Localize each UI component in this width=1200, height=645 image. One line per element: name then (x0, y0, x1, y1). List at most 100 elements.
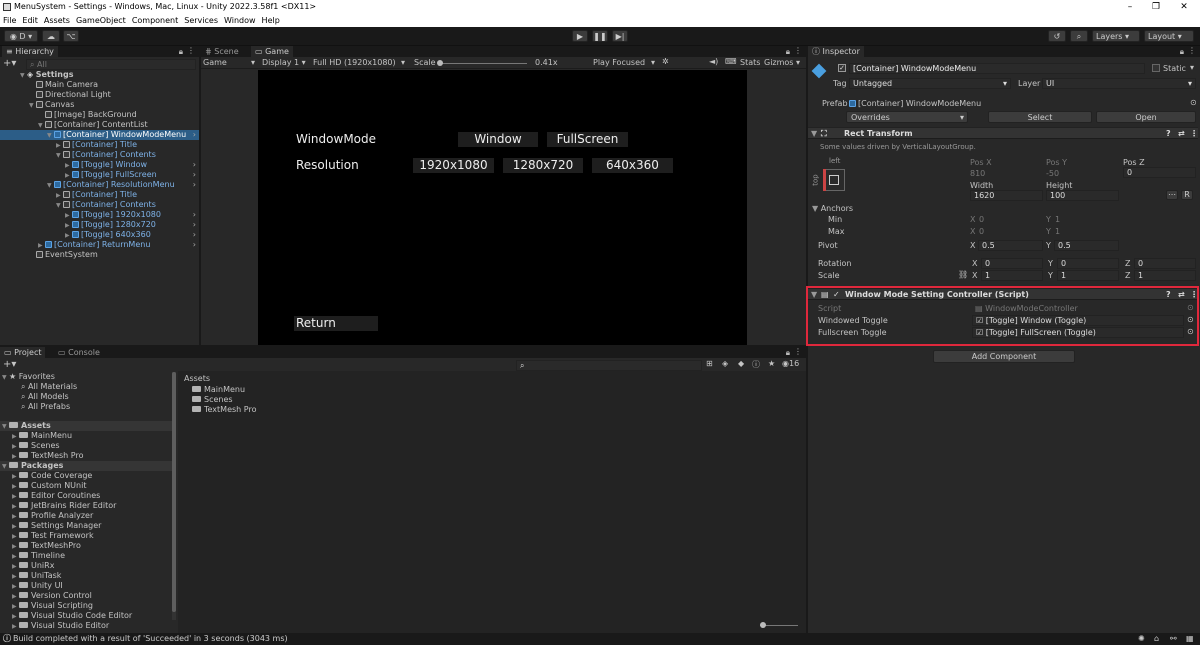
cache-icon[interactable]: ▦ (1186, 633, 1194, 645)
resolution-dropdown[interactable]: Full HD (1920x1080) (313, 58, 396, 67)
history-icon[interactable]: ↺ (1048, 30, 1066, 42)
overrides-dropdown[interactable]: Overrides ▾ (846, 111, 968, 123)
active-checkbox[interactable]: ✓ (838, 64, 846, 72)
project-tree-scrollbar[interactable] (172, 372, 176, 620)
open-prefab-icon[interactable]: › (193, 160, 196, 170)
prefab-value[interactable]: [Container] WindowModeMenu (849, 98, 981, 109)
anchor-preset-button[interactable] (823, 169, 845, 191)
hierarchy-item[interactable]: ▼ Canvas (0, 100, 199, 110)
scale-y-field[interactable]: 1 (1057, 270, 1119, 281)
foldout-arrow-icon[interactable]: ▶ (12, 622, 19, 632)
kebab-menu-icon[interactable]: ⋮ (1188, 46, 1196, 55)
search-icon[interactable]: ⌕ (1070, 30, 1088, 42)
account-button[interactable]: ◉ D ▾ (4, 30, 38, 42)
assets-breadcrumb[interactable]: Assets (184, 374, 210, 383)
project-tree-item[interactable]: ▶ Custom NUnit (0, 481, 172, 491)
hierarchy-item[interactable]: ▼ [Container] ResolutionMenu › (0, 180, 199, 190)
blueprint-mode-icon[interactable]: ⋯ (1166, 190, 1178, 200)
lighting-icon[interactable]: ✺ (1138, 633, 1145, 645)
project-tree-item[interactable]: ⌕ All Prefabs (0, 402, 172, 412)
project-section-header[interactable]: ▼ Assets (0, 421, 172, 431)
project-tree-item[interactable]: ▶ MainMenu (0, 431, 172, 441)
hierarchy-item[interactable]: ▶ [Container] ReturnMenu › (0, 240, 199, 250)
height-field[interactable]: 100 (1046, 190, 1119, 201)
pos-z-field[interactable]: 0 (1123, 167, 1196, 178)
project-tree-item[interactable]: ▶ Visual Studio Code Editor (0, 611, 172, 621)
res-1920-button[interactable]: 1920x1080 (413, 158, 494, 173)
menu-edit[interactable]: Edit (19, 14, 41, 27)
hierarchy-item[interactable]: ▼ [Container] Contents (0, 200, 199, 210)
tab-console[interactable]: ▭ Console (54, 347, 104, 358)
tab-hierarchy[interactable]: ≡ Hierarchy (2, 46, 58, 57)
anchors-foldout[interactable]: ▼ Anchors (812, 203, 853, 214)
menu-assets[interactable]: Assets (41, 14, 73, 27)
project-tree-item[interactable]: ▶ TextMeshPro (0, 541, 172, 551)
project-tree-item[interactable]: ⌕ All Models (0, 392, 172, 402)
project-section-header[interactable]: ▼ ★ Favorites (0, 372, 172, 382)
search-filter-icon[interactable]: ⊞ (706, 359, 713, 368)
asset-folder-item[interactable]: Scenes (192, 395, 233, 405)
window-button[interactable]: Window (458, 132, 538, 147)
res-1280-button[interactable]: 1280x720 (503, 158, 583, 173)
tab-inspector[interactable]: ⓘ Inspector (808, 46, 864, 57)
close-icon[interactable]: ✕ (1170, 0, 1198, 14)
hierarchy-item[interactable]: ▼ [Container] Contents (0, 150, 199, 160)
open-prefab-icon[interactable]: › (193, 130, 196, 140)
hierarchy-item[interactable]: ▼ ◈ Settings (0, 70, 199, 80)
collab-icon[interactable]: ⌥ (63, 30, 79, 42)
static-checkbox[interactable] (1152, 64, 1160, 72)
favorite-star-icon[interactable]: ★ (768, 359, 775, 368)
visibility-badge[interactable]: ◉16 (782, 359, 799, 368)
menu-component[interactable]: Component (129, 14, 181, 27)
minimize-icon[interactable]: – (1116, 0, 1144, 14)
project-tree-item[interactable]: ▶ Scenes (0, 441, 172, 451)
lock-icon[interactable]: 🔒︎ (786, 47, 790, 57)
project-tree-item[interactable]: ▶ JetBrains Rider Editor (0, 501, 172, 511)
layer-dropdown[interactable]: UI ▾ (1042, 78, 1196, 89)
scale-slider[interactable] (439, 63, 527, 64)
maximize-icon[interactable]: ❐ (1142, 0, 1170, 14)
open-prefab-icon[interactable]: › (193, 220, 196, 230)
asset-folder-item[interactable]: MainMenu (192, 385, 245, 395)
open-prefab-icon[interactable]: › (193, 240, 196, 250)
tab-scene[interactable]: ⋕ Scene (201, 46, 243, 57)
rot-x-field[interactable]: 0 (981, 258, 1043, 269)
step-button[interactable]: ▶| (612, 30, 628, 42)
pivot-y-field[interactable]: 0.5 (1054, 240, 1119, 251)
fullscreen-button[interactable]: FullScreen (547, 132, 628, 147)
gizmos-dropdown[interactable]: Gizmos ▾ (764, 58, 800, 67)
layers-dropdown[interactable]: Layers ▾ (1092, 30, 1140, 42)
hierarchy-item[interactable]: ▶ [Container] Title (0, 190, 199, 200)
open-prefab-icon[interactable]: › (193, 230, 196, 240)
project-tree-item[interactable]: ▶ Settings Manager (0, 521, 172, 531)
lock-icon[interactable]: 🔒︎ (786, 348, 790, 358)
hierarchy-item[interactable]: Main Camera (0, 80, 199, 90)
kebab-menu-icon[interactable]: ⋮ (1190, 128, 1198, 139)
scale-x-field[interactable]: 1 (981, 270, 1043, 281)
project-tree-item[interactable]: ▶ Code Coverage (0, 471, 172, 481)
object-name-field[interactable]: [Container] WindowModeMenu (849, 63, 1145, 74)
play-button[interactable]: ▶ (572, 30, 588, 42)
project-tree-item[interactable]: ▶ TextMesh Pro (0, 451, 172, 461)
status-message[interactable]: Build completed with a result of 'Succee… (13, 633, 288, 645)
project-tree-item[interactable]: ▶ Visual Scripting (0, 601, 172, 611)
hierarchy-item[interactable]: ▶ [Toggle] 1280x720 › (0, 220, 199, 230)
project-tree-item[interactable]: ▶ Test Framework (0, 531, 172, 541)
select-button[interactable]: Select (988, 111, 1092, 123)
stats-button[interactable]: Stats (740, 58, 760, 67)
project-tree-item[interactable]: ▶ Profile Analyzer (0, 511, 172, 521)
open-prefab-icon[interactable]: › (193, 180, 196, 190)
hierarchy-item[interactable]: ▼ [Container] WindowModeMenu › (0, 130, 199, 140)
hierarchy-item[interactable]: [Image] BackGround (0, 110, 199, 120)
info-icon[interactable]: ⓘ (752, 359, 760, 370)
hierarchy-item[interactable]: ▶ [Toggle] 1920x1080 › (0, 210, 199, 220)
project-tree-item[interactable]: ▶ Version Control (0, 591, 172, 601)
rot-z-field[interactable]: 0 (1134, 258, 1196, 269)
project-tree-item[interactable]: ▶ Editor Coroutines (0, 491, 172, 501)
project-tree-item[interactable]: ▶ Unity UI (0, 581, 172, 591)
target-icon[interactable]: ⊙ (1190, 98, 1197, 107)
menu-help[interactable]: Help (259, 14, 283, 27)
preset-icon[interactable]: ⇄ (1178, 128, 1185, 139)
kebab-menu-icon[interactable]: ⋮ (794, 46, 802, 55)
project-tree-item[interactable]: ⌕ All Materials (0, 382, 172, 392)
